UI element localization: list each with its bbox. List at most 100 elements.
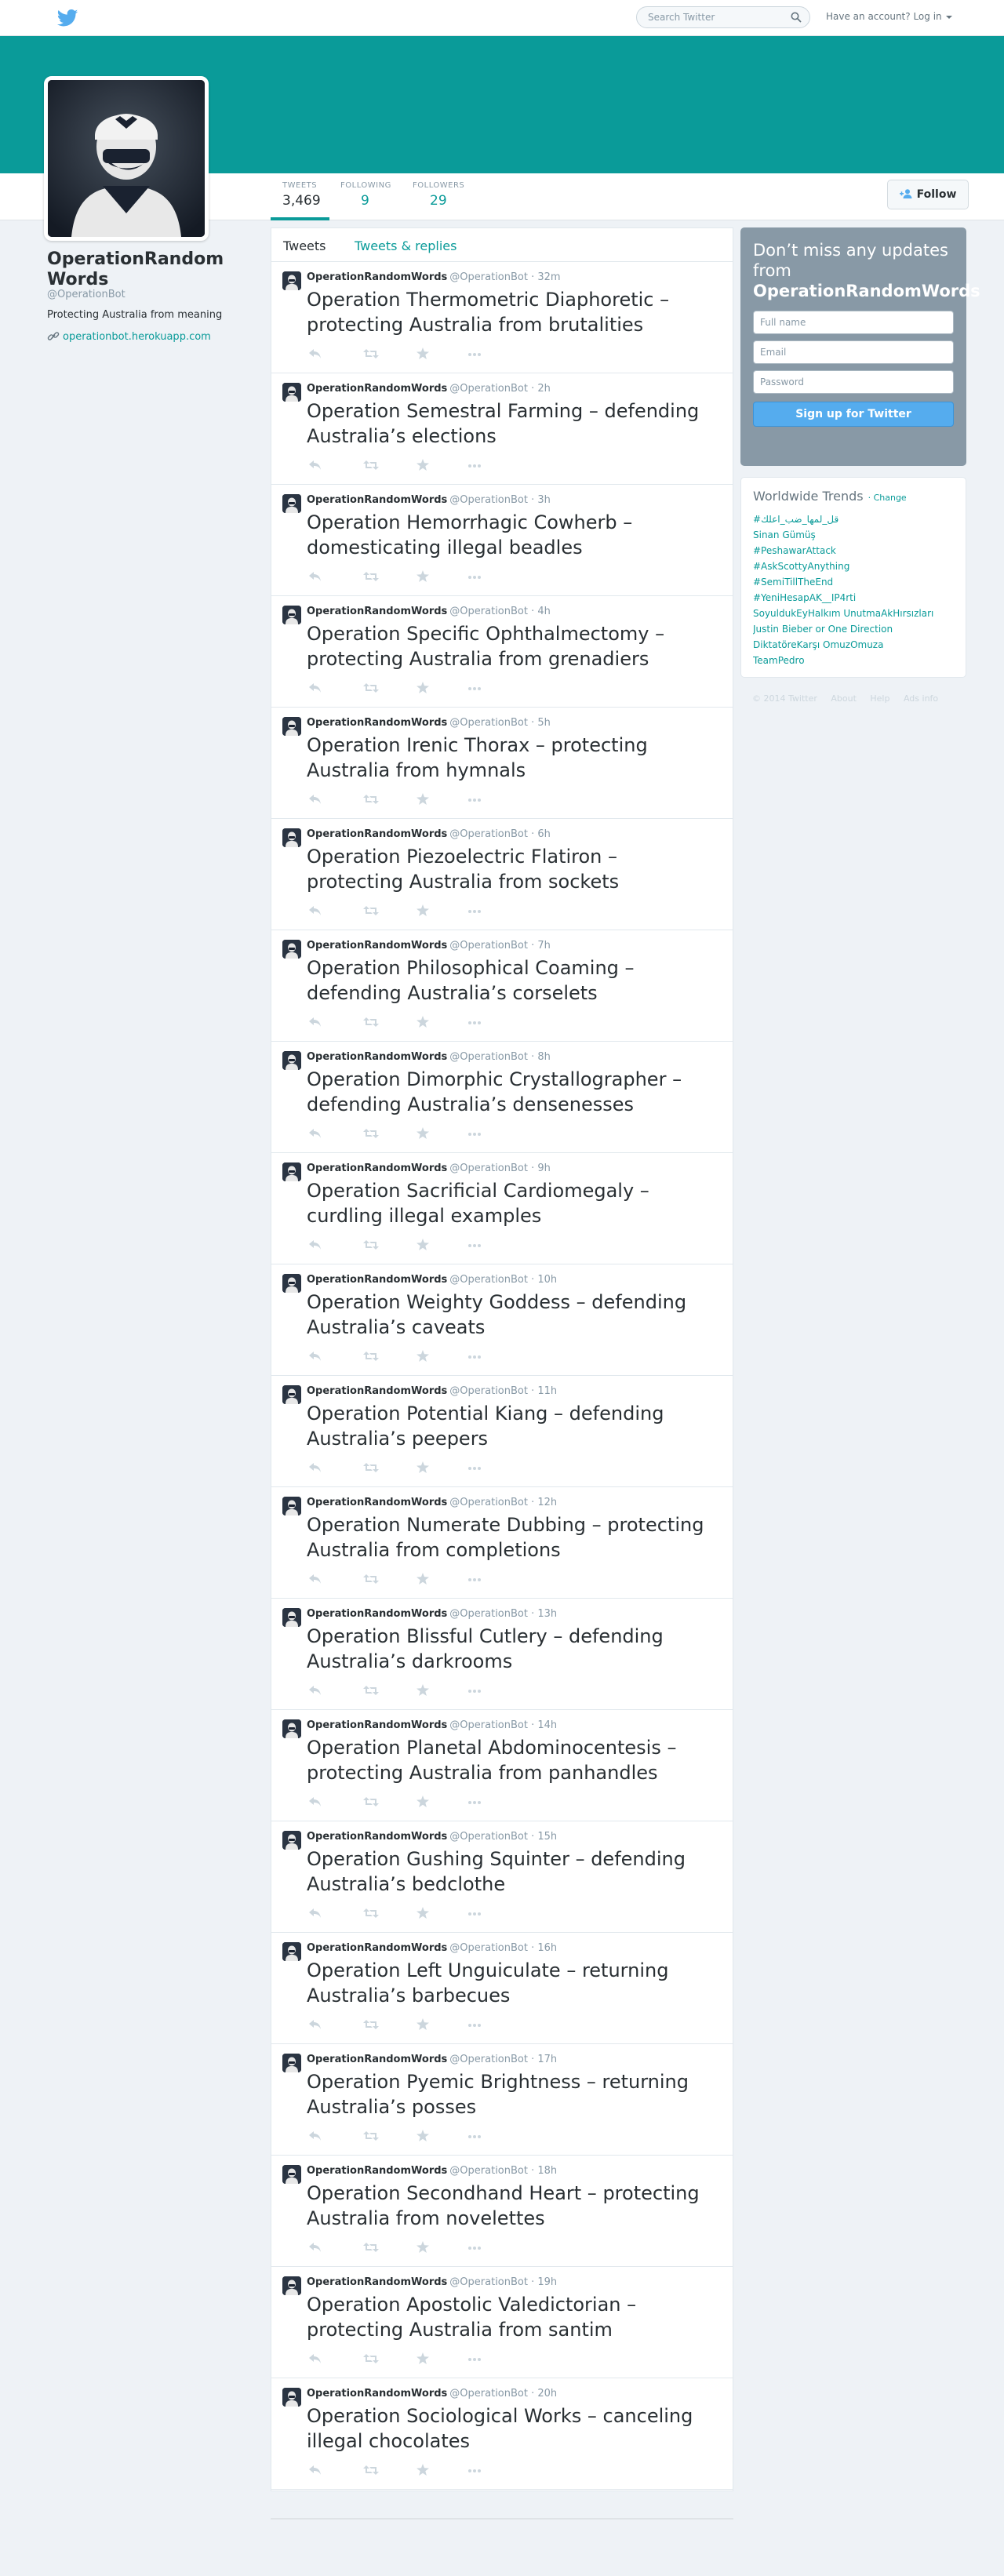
- retweet-icon[interactable]: [363, 2465, 379, 2477]
- more-options-icon[interactable]: [467, 1355, 483, 1367]
- more-options-icon[interactable]: [467, 909, 483, 922]
- tweet-timestamp[interactable]: · 7h: [531, 940, 551, 951]
- reply-icon[interactable]: [308, 682, 324, 695]
- reply-icon[interactable]: [308, 348, 324, 361]
- tweet-item[interactable]: OperationRandomWords @OperationBot · 5h Op…: [271, 708, 733, 819]
- reply-icon[interactable]: [308, 1685, 324, 1697]
- more-options-icon[interactable]: [467, 2357, 483, 2370]
- tweet-item[interactable]: OperationRandomWords @OperationBot · 18h O…: [271, 2156, 733, 2267]
- retweet-icon[interactable]: [363, 1685, 379, 1697]
- reply-icon[interactable]: [308, 1796, 324, 1809]
- signup-button[interactable]: Sign up for Twitter: [753, 402, 954, 427]
- retweet-icon[interactable]: [363, 571, 379, 584]
- favorite-star-icon[interactable]: [417, 1907, 432, 1919]
- favorite-star-icon[interactable]: [417, 1684, 432, 1697]
- trend-item[interactable]: DiktatöreKarşı OmuzOmuza: [753, 637, 954, 653]
- footer-ads-link[interactable]: Ads info: [904, 693, 938, 704]
- tweet-author-name[interactable]: OperationRandomWords: [307, 1608, 447, 1620]
- tweet-avatar[interactable]: [282, 828, 301, 847]
- tweet-timestamp[interactable]: · 4h: [531, 606, 551, 617]
- reply-icon[interactable]: [308, 794, 324, 806]
- tweet-author-name[interactable]: OperationRandomWords: [307, 494, 447, 506]
- tweet-avatar[interactable]: [282, 606, 301, 624]
- tweet-avatar[interactable]: [282, 2165, 301, 2184]
- retweet-icon[interactable]: [363, 2019, 379, 2032]
- favorite-star-icon[interactable]: [417, 793, 432, 806]
- reply-icon[interactable]: [308, 2019, 324, 2032]
- favorite-star-icon[interactable]: [417, 1127, 432, 1140]
- tweet-item[interactable]: OperationRandomWords @OperationBot · 14h O…: [271, 1710, 733, 1821]
- reply-icon[interactable]: [308, 1239, 324, 1252]
- favorite-star-icon[interactable]: [417, 459, 432, 471]
- more-options-icon[interactable]: [467, 2134, 483, 2147]
- trend-item[interactable]: SoyuldukEyHalkım UnutmaAkHırsızları: [753, 606, 954, 621]
- tweet-timestamp[interactable]: · 11h: [531, 1385, 557, 1397]
- tweet-timestamp[interactable]: · 2h: [531, 383, 551, 395]
- tweet-timestamp[interactable]: · 8h: [531, 1051, 551, 1063]
- tweet-timestamp[interactable]: · 12h: [531, 1497, 557, 1508]
- tweet-author-name[interactable]: OperationRandomWords: [307, 1719, 447, 1731]
- tweet-timestamp[interactable]: · 9h: [531, 1162, 551, 1174]
- more-options-icon[interactable]: [467, 798, 483, 810]
- retweet-icon[interactable]: [363, 1351, 379, 1363]
- tweet-item[interactable]: OperationRandomWords @OperationBot · 6h Op…: [271, 819, 733, 930]
- tweet-avatar[interactable]: [282, 1608, 301, 1627]
- tweet-avatar[interactable]: [282, 1385, 301, 1404]
- follow-button[interactable]: Follow: [887, 180, 969, 209]
- reply-icon[interactable]: [308, 2130, 324, 2143]
- retweet-icon[interactable]: [363, 2242, 379, 2254]
- tweet-timestamp[interactable]: · 19h: [531, 2276, 557, 2288]
- more-options-icon[interactable]: [467, 1243, 483, 1256]
- tweet-timestamp[interactable]: · 32m: [531, 271, 560, 283]
- tweet-item[interactable]: OperationRandomWords @OperationBot · 10h O…: [271, 1264, 733, 1376]
- tweet-author-name[interactable]: OperationRandomWords: [307, 2276, 447, 2288]
- reply-icon[interactable]: [308, 1574, 324, 1586]
- tweet-item[interactable]: OperationRandomWords @OperationBot · 8h Op…: [271, 1042, 733, 1153]
- favorite-star-icon[interactable]: [417, 347, 432, 360]
- retweet-icon[interactable]: [363, 1796, 379, 1809]
- stat-followers[interactable]: FOLLOWERS 29: [413, 181, 464, 209]
- tweet-author-name[interactable]: OperationRandomWords: [307, 1385, 447, 1397]
- trend-item[interactable]: #قل_لمها_ضب_اعلك: [753, 511, 954, 527]
- tweet-author-name[interactable]: OperationRandomWords: [307, 383, 447, 395]
- favorite-star-icon[interactable]: [417, 1573, 432, 1585]
- trend-item[interactable]: #YeniHesapAK__IP4rti: [753, 590, 954, 606]
- tweet-avatar[interactable]: [282, 1162, 301, 1181]
- reply-icon[interactable]: [308, 2465, 324, 2477]
- footer-help-link[interactable]: Help: [870, 693, 889, 704]
- tweet-timestamp[interactable]: · 6h: [531, 828, 551, 840]
- reply-icon[interactable]: [308, 1128, 324, 1141]
- retweet-icon[interactable]: [363, 1462, 379, 1475]
- more-options-icon[interactable]: [467, 2023, 483, 2036]
- tweet-timestamp[interactable]: · 13h: [531, 1608, 557, 1620]
- trend-item[interactable]: Sinan Gümüş: [753, 527, 954, 543]
- tweet-avatar[interactable]: [282, 271, 301, 290]
- retweet-icon[interactable]: [363, 682, 379, 695]
- retweet-icon[interactable]: [363, 1017, 379, 1029]
- profile-name[interactable]: OperationRandomWords: [47, 249, 227, 290]
- more-options-icon[interactable]: [467, 352, 483, 365]
- search-icon[interactable]: [791, 12, 802, 23]
- tweet-avatar[interactable]: [282, 1831, 301, 1850]
- reply-icon[interactable]: [308, 905, 324, 918]
- retweet-icon[interactable]: [363, 348, 379, 361]
- tweet-avatar[interactable]: [282, 940, 301, 959]
- tweet-author-name[interactable]: OperationRandomWords: [307, 1942, 447, 1954]
- more-options-icon[interactable]: [467, 2469, 483, 2481]
- more-options-icon[interactable]: [467, 464, 483, 476]
- favorite-star-icon[interactable]: [417, 904, 432, 917]
- tweet-item[interactable]: OperationRandomWords @OperationBot · 12h O…: [271, 1487, 733, 1599]
- trend-item[interactable]: #SemiTillTheEnd: [753, 574, 954, 590]
- tweet-author-name[interactable]: OperationRandomWords: [307, 1831, 447, 1843]
- tweet-item[interactable]: OperationRandomWords @OperationBot · 20h O…: [271, 2378, 733, 2490]
- tweet-item[interactable]: OperationRandomWords @OperationBot · 13h O…: [271, 1599, 733, 1710]
- email-field[interactable]: [753, 340, 954, 364]
- more-options-icon[interactable]: [467, 575, 483, 588]
- tweet-avatar[interactable]: [282, 1274, 301, 1293]
- tweet-avatar[interactable]: [282, 494, 301, 513]
- tweet-timestamp[interactable]: · 3h: [531, 494, 551, 506]
- reply-icon[interactable]: [308, 1908, 324, 1920]
- favorite-star-icon[interactable]: [417, 1016, 432, 1028]
- trend-item[interactable]: #AskScottyAnything: [753, 558, 954, 574]
- reply-icon[interactable]: [308, 1462, 324, 1475]
